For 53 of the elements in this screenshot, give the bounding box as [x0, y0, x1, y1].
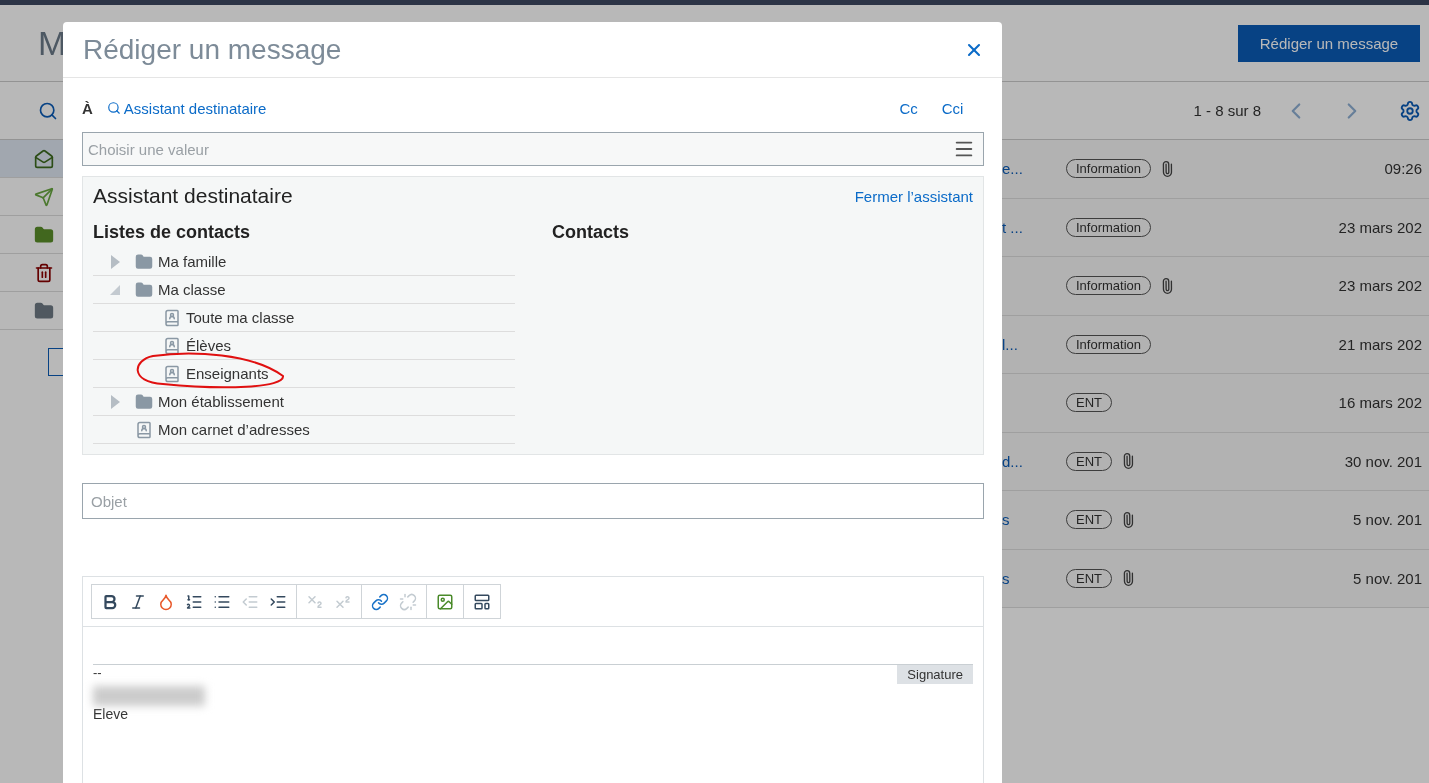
- message-date: 30 nov. 201: [1344, 452, 1422, 470]
- contact-list-item[interactable]: Élèves: [186, 337, 232, 354]
- italic-icon: [129, 592, 147, 611]
- droplet-icon: [157, 592, 175, 611]
- message-subject: e...: [1002, 160, 1024, 178]
- link-icon: [371, 592, 389, 611]
- message-date: 23 mars 202: [1338, 218, 1422, 236]
- recipient-placeholder: Choisir une valeur: [88, 140, 209, 158]
- unlink-icon: [399, 592, 417, 611]
- message-date: 5 nov. 201: [1353, 511, 1422, 529]
- message-date: 23 mars 202: [1338, 277, 1422, 295]
- contacts-heading: Contacts: [552, 222, 630, 243]
- lists-heading: Listes de contacts: [93, 222, 252, 243]
- cc-link[interactable]: Cc: [899, 99, 918, 117]
- image-icon: [436, 592, 454, 611]
- message-subject: d...: [1002, 452, 1024, 470]
- signature-separator: --: [93, 665, 102, 680]
- message-subject: t ...: [1002, 218, 1024, 236]
- compose-button[interactable]: Rédiger un message: [1238, 24, 1420, 62]
- message-subject: s: [1002, 511, 1011, 529]
- message-date: 5 nov. 201: [1353, 569, 1422, 587]
- assistant-title: Assistant destinataire: [93, 184, 293, 208]
- numbered-list-icon: [185, 592, 203, 611]
- search-icon: [106, 101, 121, 115]
- message-date: 09:26: [1384, 160, 1422, 178]
- message-date: 16 mars 202: [1338, 394, 1422, 412]
- message-subject: s: [1002, 569, 1011, 587]
- signature-label: Signature: [897, 665, 973, 684]
- close-assistant-link[interactable]: Fermer l’assistant: [854, 187, 973, 205]
- contact-list-item[interactable]: Ma famille: [158, 253, 227, 270]
- contact-list-item[interactable]: Toute ma classe: [186, 309, 295, 326]
- trash-icon: [34, 262, 54, 283]
- settings-icon[interactable]: [1399, 99, 1421, 122]
- bcc-link[interactable]: Cci: [941, 99, 964, 117]
- contact-list-item[interactable]: Mon carnet d’adresses: [158, 421, 310, 438]
- signature-text: Eleve: [93, 706, 130, 722]
- contact-list-item[interactable]: Mon établissement: [158, 393, 284, 410]
- folder-icon: [34, 224, 54, 245]
- message-editor[interactable]: -- Signature Eleve: [82, 576, 984, 783]
- to-label: À: [82, 99, 93, 117]
- search-icon[interactable]: [38, 100, 58, 121]
- envelope-icon: [34, 148, 54, 169]
- message-subject: l...: [1002, 335, 1019, 353]
- send-icon: [34, 186, 54, 207]
- contact-list-item[interactable]: Ma classe: [158, 281, 226, 298]
- pagination-text: 1 - 8 sur 8: [1193, 102, 1261, 119]
- bold-icon: [101, 592, 119, 611]
- message-date: 21 mars 202: [1338, 335, 1422, 353]
- subject-placeholder: Objet: [91, 492, 127, 510]
- recipient-assistant-link[interactable]: Assistant destinataire: [106, 99, 267, 117]
- template-icon: [473, 592, 491, 611]
- folder-icon: [34, 300, 54, 321]
- dialog-title: Rédiger un message: [83, 33, 342, 66]
